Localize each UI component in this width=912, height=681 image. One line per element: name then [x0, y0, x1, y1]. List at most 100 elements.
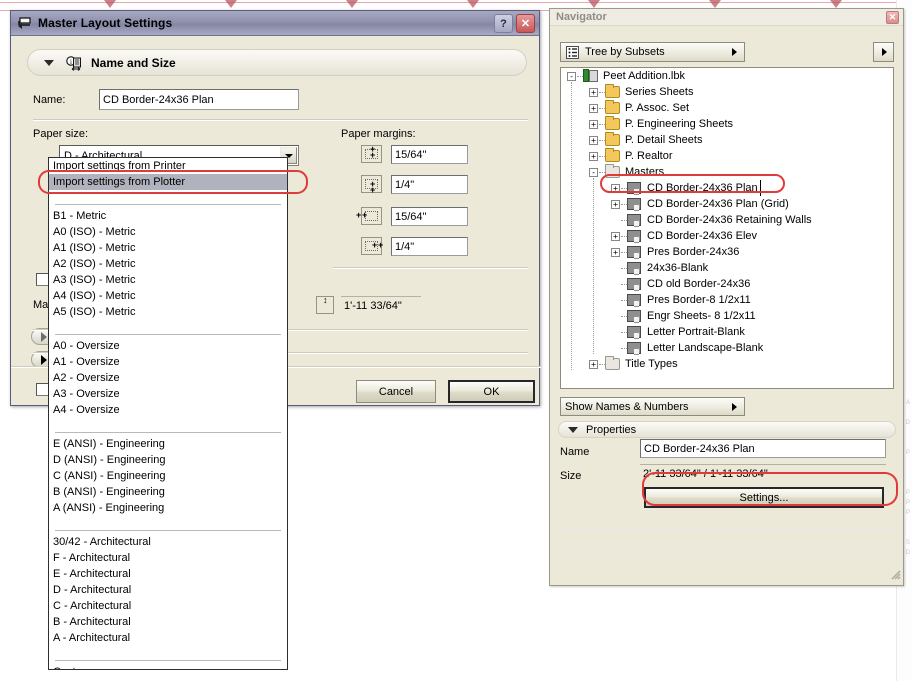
name-input[interactable]: CD Border-24x36 Plan: [99, 89, 299, 110]
dropdown-item[interactable]: A0 (ISO) - Metric: [49, 224, 287, 240]
tree-item[interactable]: + CD Border-24x36 Plan (Grid): [561, 196, 893, 212]
properties-header-label: Properties: [586, 423, 637, 436]
tree-item[interactable]: + Pres Border-24x36: [561, 244, 893, 260]
tree-view-selector[interactable]: Tree by Subsets: [560, 42, 745, 62]
dropdown-item[interactable]: A4 (ISO) - Metric: [49, 288, 287, 304]
tree-item[interactable]: + P. Realtor: [561, 148, 893, 164]
tree-item-label: P. Detail Sheets: [625, 134, 703, 146]
expand-icon[interactable]: +: [589, 152, 598, 161]
dropdown-item[interactable]: Import settings from Plotter: [49, 174, 287, 190]
dropdown-item[interactable]: C (ANSI) - Engineering: [49, 468, 287, 484]
tree-item-label: P. Assoc. Set: [625, 102, 690, 114]
tree-item[interactable]: Letter Landscape-Blank: [561, 340, 893, 356]
dropdown-item[interactable]: A2 - Oversize: [49, 370, 287, 386]
expand-icon[interactable]: +: [611, 232, 620, 241]
margin-left-input[interactable]: 15/64": [391, 207, 468, 226]
dropdown-item[interactable]: A3 - Oversize: [49, 386, 287, 402]
tree-item[interactable]: - Peet Addition.lbk: [561, 68, 893, 84]
chevron-down-icon[interactable]: [568, 426, 578, 433]
dropdown-item[interactable]: A - Architectural: [49, 630, 287, 646]
margin-left-icon: + +: [356, 207, 382, 225]
expand-icon[interactable]: +: [589, 120, 598, 129]
tree-item-label: Engr Sheets- 8 1/2x11: [647, 310, 756, 322]
tree-item[interactable]: + Series Sheets: [561, 84, 893, 100]
help-button[interactable]: ?: [494, 14, 513, 33]
chevron-down-icon[interactable]: [44, 59, 54, 66]
properties-name-label: Name: [560, 446, 590, 458]
dropdown-item[interactable]: B1 - Metric: [49, 208, 287, 224]
tree-item[interactable]: CD Border-24x36 Retaining Walls: [561, 212, 893, 228]
dropdown-item[interactable]: D (ANSI) - Engineering: [49, 452, 287, 468]
margin-top-input[interactable]: 15/64": [391, 145, 468, 164]
ok-button[interactable]: OK: [448, 380, 535, 403]
tree-item[interactable]: Pres Border-8 1/2x11: [561, 292, 893, 308]
tree-item[interactable]: + CD Border-24x36 Elev: [561, 228, 893, 244]
background-faint-text: P: [905, 490, 910, 496]
dropdown-item[interactable]: A (ANSI) - Engineering: [49, 500, 287, 516]
tree-item-label: Series Sheets: [625, 86, 694, 98]
navigator-tree[interactable]: - Peet Addition.lbk + Series Sheets + P. Asso…: [560, 67, 894, 389]
settings-button[interactable]: Settings...: [644, 487, 884, 508]
dropdown-item[interactable]: E (ANSI) - Engineering: [49, 436, 287, 452]
show-names-numbers-label: Show Names & Numbers: [565, 400, 689, 413]
dropdown-item[interactable]: 30/42 - Architectural: [49, 534, 287, 550]
dropdown-item[interactable]: Import settings from Printer: [49, 158, 287, 174]
expand-icon[interactable]: +: [589, 104, 598, 113]
dropdown-item[interactable]: A2 (ISO) - Metric: [49, 256, 287, 272]
expand-icon[interactable]: +: [611, 248, 620, 257]
close-icon[interactable]: ✕: [886, 11, 899, 24]
dropdown-item[interactable]: A3 (ISO) - Metric: [49, 272, 287, 288]
dropdown-item[interactable]: A1 - Oversize: [49, 354, 287, 370]
name-and-size-section-header[interactable]: i Name and Size: [27, 49, 527, 76]
dropdown-separator: [55, 530, 281, 531]
properties-section-header[interactable]: Properties: [558, 421, 896, 438]
resize-grip-icon[interactable]: [889, 568, 901, 583]
tree-item[interactable]: 24x36-Blank: [561, 260, 893, 276]
dropdown-item[interactable]: A4 - Oversize: [49, 402, 287, 418]
margin-bottom-input[interactable]: 1/4": [391, 175, 468, 194]
tree-item[interactable]: + CD Border-24x36 Plan: [561, 180, 893, 196]
cancel-button[interactable]: Cancel: [356, 380, 436, 403]
expand-icon[interactable]: +: [589, 88, 598, 97]
navigator-palette: Navigator ✕ Tree by Subsets - Peet Additi…: [549, 8, 904, 586]
margin-right-input[interactable]: 1/4": [391, 237, 468, 256]
dropdown-item[interactable]: B - Architectural: [49, 614, 287, 630]
dropdown-item[interactable]: C - Architectural: [49, 598, 287, 614]
tree-item[interactable]: Engr Sheets- 8 1/2x11: [561, 308, 893, 324]
collapse-icon[interactable]: -: [567, 72, 576, 81]
dropdown-item[interactable]: A5 (ISO) - Metric: [49, 304, 287, 320]
tree-item[interactable]: + Title Types: [561, 356, 893, 372]
navigator-options-button[interactable]: [873, 42, 894, 62]
show-names-numbers-button[interactable]: Show Names & Numbers: [560, 397, 745, 416]
dropdown-item[interactable]: A1 (ISO) - Metric: [49, 240, 287, 256]
dialog-title: Master Layout Settings: [38, 16, 173, 30]
properties-size-label: Size: [560, 470, 582, 482]
master-icon: [627, 230, 641, 243]
dropdown-item[interactable]: F - Architectural: [49, 550, 287, 566]
tree-item[interactable]: + P. Detail Sheets: [561, 132, 893, 148]
tree-item[interactable]: - Masters: [561, 164, 893, 180]
expand-icon[interactable]: +: [589, 360, 598, 369]
close-icon[interactable]: ✕: [516, 14, 535, 33]
tree-item[interactable]: CD old Border-24x36: [561, 276, 893, 292]
properties-name-input[interactable]: CD Border-24x36 Plan: [640, 439, 886, 458]
dropdown-item[interactable]: Custom: [49, 664, 287, 669]
dialog-title-bar[interactable]: Master Layout Settings ? ✕: [11, 11, 539, 36]
dropdown-group-gap: [49, 320, 287, 331]
tree-item[interactable]: + P. Engineering Sheets: [561, 116, 893, 132]
tree-item[interactable]: + P. Assoc. Set: [561, 100, 893, 116]
expand-icon[interactable]: +: [611, 184, 620, 193]
tree-item[interactable]: Letter Portrait-Blank: [561, 324, 893, 340]
paper-size-dropdown-list[interactable]: Import settings from Printer Import setti…: [48, 157, 288, 670]
collapse-icon[interactable]: -: [589, 168, 598, 177]
tree-connector: [593, 178, 594, 354]
expand-icon[interactable]: +: [589, 136, 598, 145]
dropdown-item[interactable]: B (ANSI) - Engineering: [49, 484, 287, 500]
folder-grey-icon: [605, 356, 620, 370]
height-input[interactable]: 1'-11 33/64": [341, 296, 421, 315]
dropdown-item[interactable]: A0 - Oversize: [49, 338, 287, 354]
expand-icon[interactable]: +: [611, 200, 620, 209]
dropdown-item[interactable]: E - Architectural: [49, 566, 287, 582]
navigator-title-bar[interactable]: Navigator ✕: [550, 9, 903, 26]
dropdown-item[interactable]: D - Architectural: [49, 582, 287, 598]
